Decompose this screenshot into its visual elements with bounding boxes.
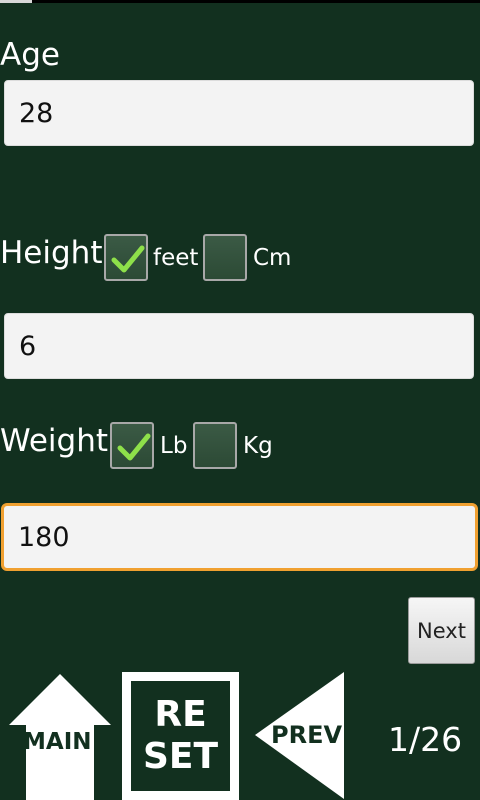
cm-checkbox[interactable] bbox=[203, 234, 247, 281]
age-label: Age bbox=[0, 37, 60, 73]
main-button[interactable]: MAIN bbox=[8, 673, 112, 800]
page-counter: 1/26 bbox=[388, 720, 463, 759]
status-bar bbox=[0, 0, 480, 3]
feet-checkbox[interactable] bbox=[104, 234, 148, 281]
age-input[interactable] bbox=[5, 81, 473, 145]
weight-label: Weight bbox=[0, 423, 109, 459]
height-input[interactable] bbox=[5, 314, 473, 378]
kg-unit-label: Kg bbox=[243, 433, 273, 459]
next-button[interactable]: Next bbox=[408, 597, 475, 664]
reset-button[interactable]: RE SET bbox=[122, 672, 239, 800]
lb-checkbox[interactable] bbox=[110, 422, 154, 469]
height-field-container bbox=[4, 313, 474, 379]
main-button-label: MAIN bbox=[23, 729, 92, 755]
check-icon bbox=[117, 433, 151, 461]
weight-field-container bbox=[1, 503, 478, 571]
reset-button-face: RE SET bbox=[131, 681, 230, 791]
prev-button-label: PREV bbox=[271, 721, 343, 749]
check-icon bbox=[111, 245, 145, 273]
age-field-container bbox=[4, 80, 474, 146]
height-label: Height bbox=[0, 235, 103, 271]
reset-label-line1: RE bbox=[154, 694, 207, 735]
status-bar-indicator bbox=[0, 0, 32, 3]
feet-unit-label: feet bbox=[153, 245, 199, 271]
reset-label-line2: SET bbox=[142, 736, 219, 777]
lb-unit-label: Lb bbox=[160, 433, 188, 459]
cm-unit-label: Cm bbox=[253, 245, 292, 271]
prev-button[interactable]: PREV bbox=[254, 671, 346, 800]
weight-input[interactable] bbox=[4, 506, 475, 568]
kg-checkbox[interactable] bbox=[193, 422, 237, 469]
